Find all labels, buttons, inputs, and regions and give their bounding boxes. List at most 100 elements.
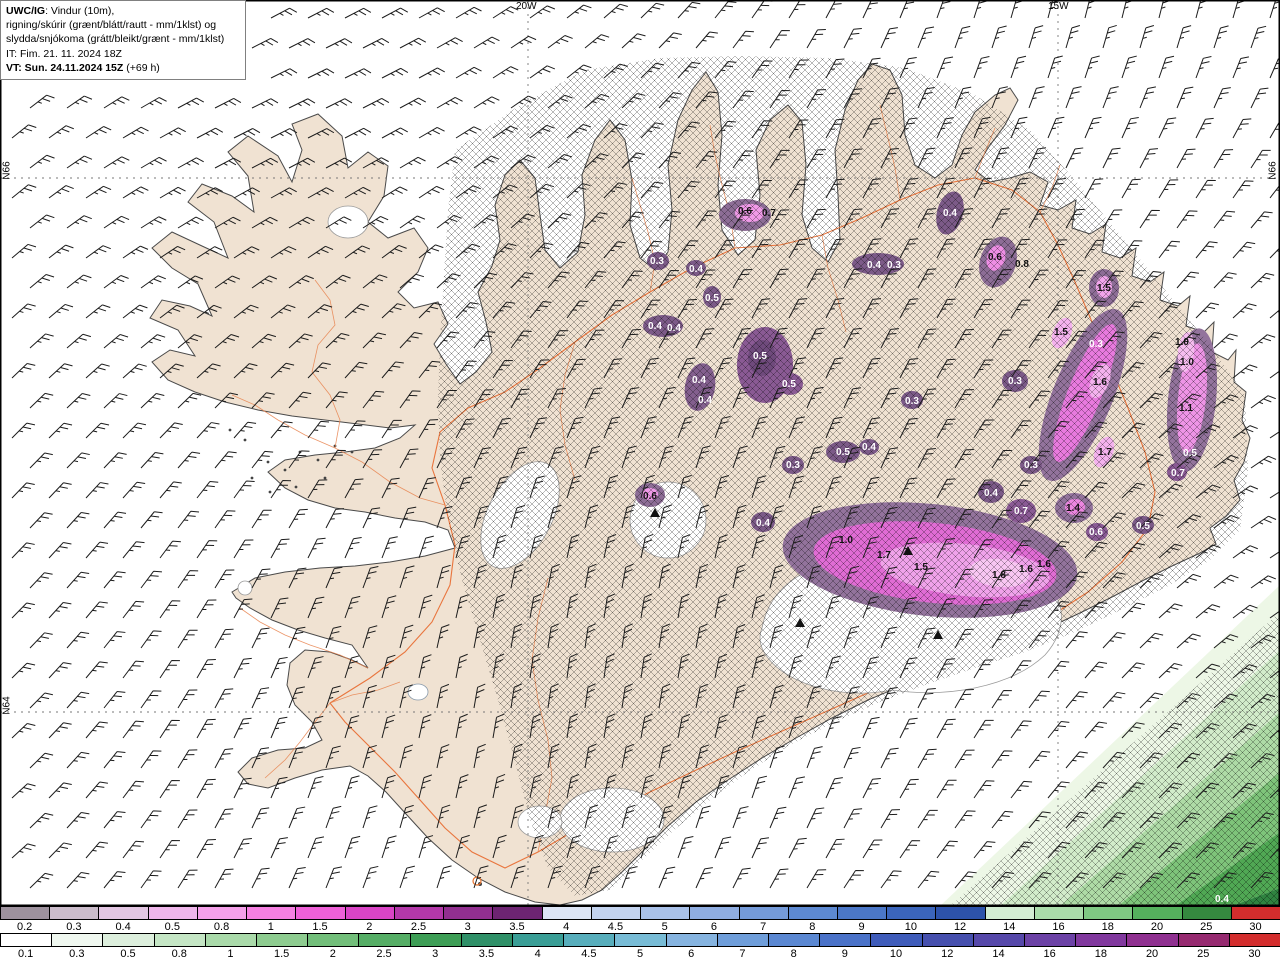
rain-scale-swatch: [666, 933, 718, 947]
rain-scale-cell: 8: [768, 933, 819, 960]
rain-scale-label: 8: [768, 947, 819, 960]
precip-value: 1.6: [1019, 564, 1033, 575]
snow-scale-swatch: [98, 906, 148, 920]
snow-scale-swatch: [1182, 906, 1232, 920]
precip-value: 0.4: [667, 323, 681, 334]
rain-scale-label: 10: [870, 947, 921, 960]
precip-value: 0.7: [1014, 506, 1028, 517]
precip-value: 1.5: [1097, 283, 1111, 294]
precip-value: 1.7: [1098, 447, 1112, 458]
snow-scale-cell: 3.5: [492, 906, 541, 933]
snow-scale-cell: 6: [689, 906, 738, 933]
snow-scale-swatch: [492, 906, 542, 920]
snow-scale-cell: 1: [246, 906, 295, 933]
precip-value: 0.4: [1215, 894, 1229, 905]
title-line-product: UWC/IG: Vindur (10m),: [6, 4, 240, 18]
snow-scale-label: 0.8: [197, 920, 246, 933]
snow-scale-label: 4.5: [591, 920, 640, 933]
snow-scale-swatch: [788, 906, 838, 920]
snow-scale-swatch: [394, 906, 444, 920]
rain-scale-label: 0.5: [102, 947, 153, 960]
snow-scale-cell: 2: [345, 906, 394, 933]
snow-scale-swatch: [1034, 906, 1084, 920]
init-time: IT: Fim. 21. 11. 2024 18Z: [6, 47, 240, 61]
snow-scale-label: 3: [443, 920, 492, 933]
snow-scale-cell: 16: [1034, 906, 1083, 933]
precip-value: 0.7: [762, 208, 776, 219]
lake-thingvallavatn: [408, 684, 428, 700]
snow-scale-label: 0.5: [148, 920, 197, 933]
rain-scale-swatch: [410, 933, 462, 947]
rain-scale-cell: 7: [717, 933, 768, 960]
snow-scale-cell: 0.5: [148, 906, 197, 933]
precip-value: 0.3: [1024, 460, 1038, 471]
rain-scale-cell: 0.8: [154, 933, 205, 960]
rain-scale-cell: 0.1: [0, 933, 51, 960]
precip-value: 1.4: [1066, 503, 1080, 514]
rain-scale-swatch: [819, 933, 871, 947]
snow-scale-cell: 0.2: [0, 906, 49, 933]
rain-scale-label: 5: [614, 947, 665, 960]
snow-scale-cell: 25: [1182, 906, 1231, 933]
rain-scale-cell: 14: [973, 933, 1024, 960]
snow-scale-cell: 4.5: [591, 906, 640, 933]
rain-scale-cell: 1: [205, 933, 256, 960]
snow-scale-label: 18: [1083, 920, 1132, 933]
precip-value: 0.5: [705, 293, 719, 304]
snow-scale-swatch: [197, 906, 247, 920]
precip-value: 1.6: [1093, 377, 1107, 388]
snow-color-scale: 0.20.30.40.50.811.522.533.544.5567891012…: [0, 906, 1280, 933]
rain-scale-cell: 2.5: [358, 933, 409, 960]
precip-value: 0.6: [988, 252, 1002, 263]
rain-scale-label: 30: [1229, 947, 1280, 960]
rain-scale-cell: 16: [1024, 933, 1075, 960]
snow-scale-label: 8: [788, 920, 837, 933]
rain-scale-cell: 9: [819, 933, 870, 960]
snow-scale-label: 5: [640, 920, 689, 933]
rain-scale-cell: 4: [512, 933, 563, 960]
snow-scale-swatch: [739, 906, 789, 920]
precip-value: 0.4: [862, 442, 876, 453]
snow-scale-cell: 12: [935, 906, 984, 933]
rain-scale-swatch: [205, 933, 257, 947]
rain-scale-label: 4: [512, 947, 563, 960]
rain-scale-cell: 1.5: [256, 933, 307, 960]
snow-scale-cell: 4: [542, 906, 591, 933]
snow-scale-cell: 2.5: [394, 906, 443, 933]
snow-scale-swatch: [49, 906, 99, 920]
rain-scale-label: 0.3: [51, 947, 102, 960]
rain-scale-swatch: [922, 933, 974, 947]
precip-value: 0.6: [643, 491, 657, 502]
snow-scale-label: 7: [739, 920, 788, 933]
snow-scale-cell: 5: [640, 906, 689, 933]
rain-scale-label: 0.1: [0, 947, 51, 960]
precip-value: 0.4: [943, 208, 957, 219]
precip-value: 0.3: [786, 460, 800, 471]
snow-scale-label: 2: [345, 920, 394, 933]
rain-scale-label: 18: [1075, 947, 1126, 960]
precip-value: 0.4: [984, 488, 998, 499]
title-line-rain-desc: rigning/skúrir (grænt/blátt/rautt - mm/1…: [6, 18, 240, 32]
rain-scale-label: 7: [717, 947, 768, 960]
precip-value: 1.0: [1180, 357, 1194, 368]
title-box: UWC/IG: Vindur (10m), rigning/skúrir (gr…: [0, 0, 246, 80]
rain-scale-label: 4.5: [563, 947, 614, 960]
snow-scale-cell: 0.8: [197, 906, 246, 933]
rain-scale-swatch: [358, 933, 410, 947]
rain-scale-label: 12: [922, 947, 973, 960]
rain-scale-swatch: [870, 933, 922, 947]
precip-value: 0.3: [650, 256, 664, 267]
parallel-label-left-top: N66: [2, 156, 13, 186]
snow-scale-swatch: [1231, 906, 1280, 920]
precip-value: 0.3: [887, 260, 901, 271]
valid-time: VT: Sun. 24.11.2024 15Z (+69 h): [6, 61, 240, 75]
snow-scale-swatch: [1132, 906, 1182, 920]
snow-scale-swatch: [640, 906, 690, 920]
rain-scale-swatch: [614, 933, 666, 947]
precip-value: 0.4: [689, 264, 703, 275]
rain-scale-label: 2.5: [358, 947, 409, 960]
rain-scale-label: 1: [205, 947, 256, 960]
rain-scale-swatch: [51, 933, 103, 947]
precip-value: 0.5: [753, 351, 767, 362]
glacier-snaefellsjokull: [238, 581, 252, 595]
